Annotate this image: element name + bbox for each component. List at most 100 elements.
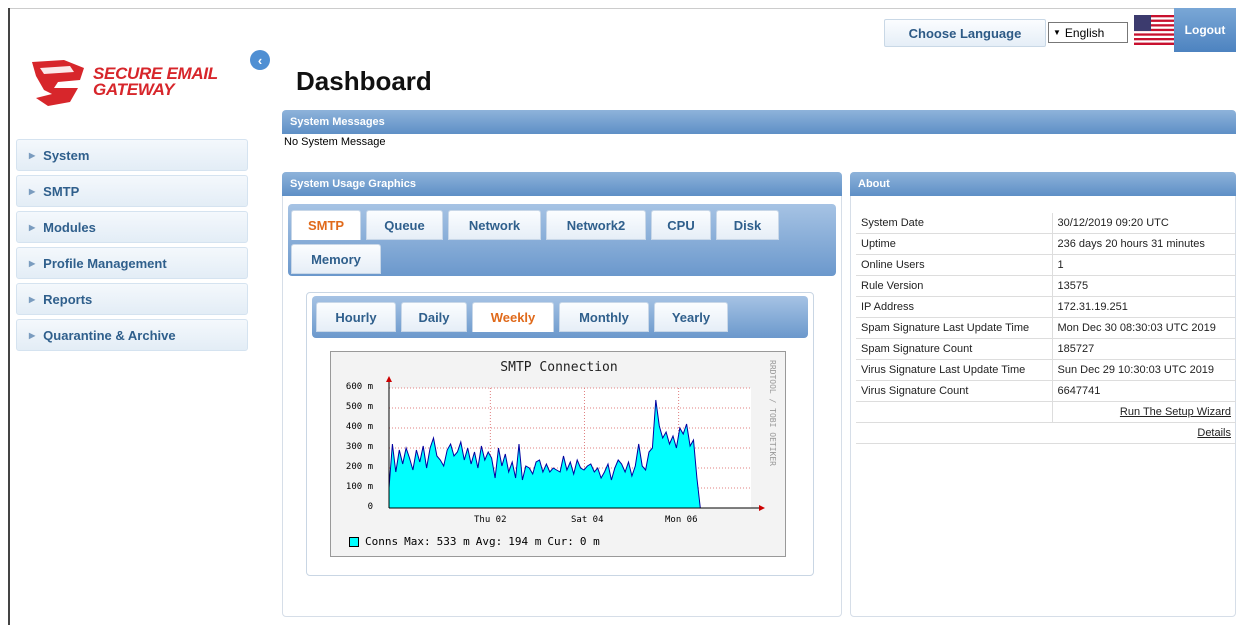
about-key: Spam Signature Count	[856, 338, 1053, 360]
about-key: IP Address	[856, 296, 1053, 318]
sidebar-item-label: Quarantine & Archive	[43, 327, 176, 343]
y-tick: 100 m	[345, 482, 373, 492]
legend-cur-label: Cur:	[547, 535, 574, 548]
logout-button[interactable]: Logout	[1174, 8, 1236, 52]
y-tick: 200 m	[345, 462, 373, 472]
table-row: Uptime 236 days 20 hours 31 minutes	[856, 233, 1236, 255]
tab-yearly[interactable]: Yearly	[654, 302, 728, 332]
y-tick: 400 m	[345, 422, 373, 432]
window-top-border	[8, 8, 1236, 9]
sidebar-item-profile-management[interactable]: ▶ Profile Management	[16, 247, 248, 279]
sidebar-item-modules[interactable]: ▶ Modules	[16, 211, 248, 243]
about-value: 30/12/2019 09:20 UTC	[1052, 213, 1236, 234]
about-value: 172.31.19.251	[1052, 296, 1236, 318]
chart-title: SMTP Connection	[500, 360, 618, 375]
about-value: 185727	[1052, 338, 1236, 360]
system-usage-header: System Usage Graphics	[282, 172, 842, 196]
language-select[interactable]: ▼ English	[1048, 22, 1128, 43]
system-messages-header: System Messages	[282, 110, 1236, 134]
tab-disk[interactable]: Disk	[716, 210, 779, 240]
sidebar-item-label: Profile Management	[43, 255, 167, 271]
sidebar-item-smtp[interactable]: ▶ SMTP	[16, 175, 248, 207]
choose-language-button[interactable]: Choose Language	[884, 19, 1046, 47]
about-key: Rule Version	[856, 275, 1053, 297]
about-value: 1	[1052, 254, 1236, 276]
x-tick: Thu 02	[474, 515, 507, 525]
logo-text: SECURE EMAIL GATEWAY	[93, 65, 218, 99]
tab-daily[interactable]: Daily	[401, 302, 467, 332]
tab-network[interactable]: Network	[448, 210, 541, 240]
about-key: System Date	[856, 213, 1053, 234]
caret-right-icon: ▶	[29, 222, 36, 232]
table-row: IP Address 172.31.19.251	[856, 296, 1236, 318]
tab-weekly[interactable]: Weekly	[472, 302, 554, 332]
page-title: Dashboard	[296, 66, 432, 96]
sidebar-item-system[interactable]: ▶ System	[16, 139, 248, 171]
sidebar-item-label: Reports	[43, 291, 93, 307]
table-row: System Date 30/12/2019 09:20 UTC	[856, 213, 1236, 234]
system-message-text: No System Message	[284, 136, 386, 148]
x-axis-arrow	[759, 505, 765, 511]
logo-line-2: GATEWAY	[93, 80, 175, 99]
tab-cpu[interactable]: CPU	[651, 210, 711, 240]
details-link[interactable]: Details	[1197, 427, 1231, 439]
about-value: 6647741	[1052, 380, 1236, 402]
legend-max-value: 533 m	[436, 535, 470, 548]
window-left-border	[8, 8, 10, 625]
about-value: 236 days 20 hours 31 minutes	[1052, 233, 1236, 255]
y-axis-arrow	[386, 376, 392, 382]
tab-hourly[interactable]: Hourly	[316, 302, 396, 332]
about-key: Online Users	[856, 254, 1053, 276]
caret-right-icon: ▶	[29, 258, 36, 268]
caret-right-icon: ▶	[29, 150, 36, 160]
table-row: Run The Setup Wizard	[856, 401, 1236, 423]
sidebar-item-quarantine-archive[interactable]: ▶ Quarantine & Archive	[16, 319, 248, 351]
about-key: Uptime	[856, 233, 1053, 255]
legend-max-label: Max:	[404, 535, 431, 548]
y-tick: 500 m	[345, 402, 373, 412]
tab-queue[interactable]: Queue	[366, 210, 443, 240]
table-row: Spam Signature Last Update Time Mon Dec 3…	[856, 317, 1236, 339]
table-row: Virus Signature Last Update Time Sun Dec …	[856, 359, 1236, 381]
about-key: Virus Signature Count	[856, 380, 1053, 402]
tab-memory[interactable]: Memory	[291, 244, 381, 274]
tab-network2[interactable]: Network2	[546, 210, 646, 240]
legend-label: Conns	[365, 535, 399, 548]
table-row: Details	[856, 422, 1236, 444]
table-row: Rule Version 13575	[856, 275, 1236, 297]
chart-legend: Conns Max: 533 m Avg: 194 m Cur: 0 m	[349, 535, 606, 548]
about-key: Virus Signature Last Update Time	[856, 359, 1053, 381]
legend-avg-label: Avg:	[475, 535, 503, 548]
y-tick: 0	[367, 502, 373, 512]
caret-right-icon: ▶	[29, 186, 36, 196]
language-select-value: English	[1064, 25, 1105, 40]
run-setup-wizard-link[interactable]: Run The Setup Wizard	[1120, 406, 1231, 418]
x-tick: Mon 06	[665, 515, 698, 525]
y-tick: 300 m	[345, 442, 373, 452]
chart-watermark: RRDTOOL / TOBI OETIKER	[768, 360, 777, 466]
legend-swatch	[349, 536, 359, 547]
sidebar-item-label: Modules	[43, 219, 96, 235]
legend-cur-value: 0 m	[579, 535, 600, 548]
about-value: Sun Dec 29 10:30:03 UTC 2019	[1052, 359, 1236, 381]
caret-right-icon: ▶	[29, 294, 36, 304]
us-flag-icon[interactable]	[1134, 15, 1174, 45]
about-key: Spam Signature Last Update Time	[856, 317, 1053, 339]
sidebar-item-label: SMTP	[43, 183, 80, 199]
collapse-sidebar-icon[interactable]: ‹	[250, 50, 270, 70]
tab-monthly[interactable]: Monthly	[559, 302, 649, 332]
about-value: 13575	[1052, 275, 1236, 297]
x-tick: Sat 04	[571, 515, 604, 525]
chevron-down-icon: ▼	[1053, 28, 1061, 37]
table-row: Virus Signature Count 6647741	[856, 380, 1236, 402]
sidebar-item-label: System	[43, 147, 90, 163]
chart-plot	[386, 376, 765, 511]
sidebar-item-reports[interactable]: ▶ Reports	[16, 283, 248, 315]
y-tick: 600 m	[345, 382, 373, 392]
table-row: Spam Signature Count 185727	[856, 338, 1236, 360]
about-header: About	[850, 172, 1236, 196]
table-row: Online Users 1	[856, 254, 1236, 276]
tab-smtp[interactable]: SMTP	[291, 210, 361, 240]
about-table: System Date 30/12/2019 09:20 UTC Uptime 23…	[856, 213, 1236, 444]
legend-avg-value: 194 m	[508, 535, 542, 548]
